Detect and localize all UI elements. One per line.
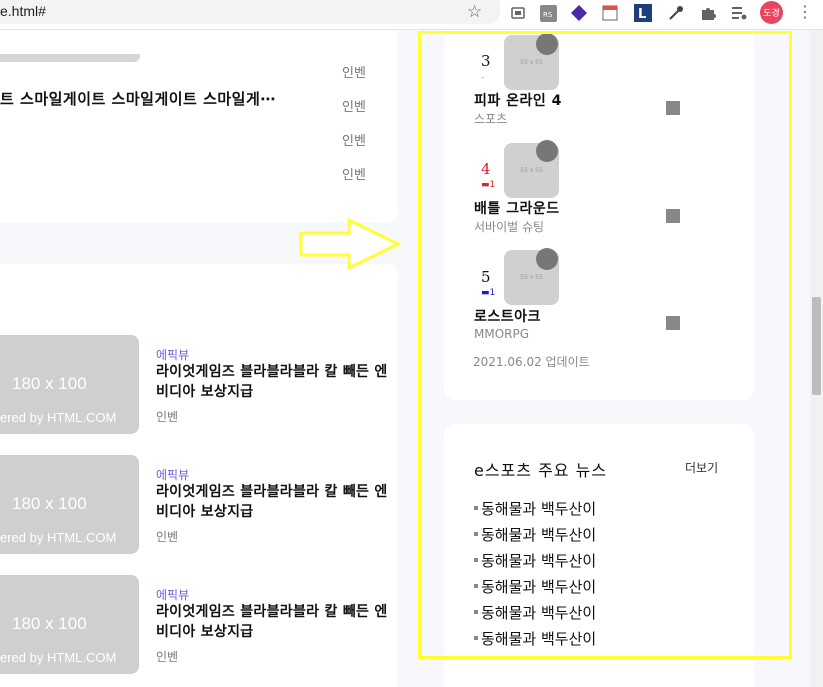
news-source: 인벤 bbox=[156, 650, 179, 664]
svg-text:L: L bbox=[638, 7, 646, 22]
more-icon[interactable]: ⋮ bbox=[797, 3, 813, 21]
rank-change: ▬1 bbox=[481, 288, 496, 298]
news-source: 인벤 bbox=[156, 410, 179, 424]
esports-title: e스포츠 주요 뉴스 bbox=[474, 461, 608, 480]
bullet-icon bbox=[474, 531, 478, 536]
bullet-icon bbox=[474, 609, 478, 614]
news-title[interactable]: 라이엇게임즈 블라블라블라 칼 빼든 엔비디아 보상지급 bbox=[156, 482, 396, 522]
address-bar[interactable]: e.html# bbox=[0, 0, 500, 24]
arrow-annotation-icon bbox=[299, 218, 402, 271]
rank-number: 3 bbox=[481, 52, 491, 70]
news-thumbnail[interactable]: 180 x 100 ered by HTML.COM bbox=[0, 335, 139, 434]
rss-icon[interactable]: RS bbox=[538, 3, 558, 23]
url-text: e.html# bbox=[0, 3, 46, 19]
profile-avatar[interactable]: 도경 bbox=[760, 1, 783, 24]
source-label: 인벤 bbox=[342, 66, 366, 81]
scrollbar-thumb[interactable] bbox=[812, 297, 821, 395]
game-genre: 서바이벌 슈팅 bbox=[474, 220, 545, 234]
puzzle-icon[interactable] bbox=[698, 3, 718, 23]
square-icon bbox=[666, 316, 680, 330]
square-icon bbox=[666, 101, 680, 115]
badge-dot-icon bbox=[536, 248, 558, 270]
news-source: 인벤 bbox=[156, 530, 179, 544]
calendar-icon[interactable] bbox=[600, 3, 620, 23]
game-genre: 스포츠 bbox=[474, 112, 508, 126]
news-thumbnail[interactable]: 180 x 100 ered by HTML.COM bbox=[0, 455, 139, 554]
rank-number: 5 bbox=[481, 268, 491, 286]
media-icon[interactable] bbox=[729, 3, 749, 23]
esports-news-item[interactable]: 동해물과 백두산이 bbox=[474, 524, 596, 545]
news-category[interactable]: 에픽뷰 bbox=[156, 466, 189, 483]
reader-icon[interactable]: L bbox=[633, 3, 653, 23]
cast-icon[interactable] bbox=[508, 3, 528, 23]
news-list-card: 트 스마일게이트 스마일게이트 스마일게⋯ bbox=[0, 30, 398, 222]
esports-news-item[interactable]: 동해물과 백두산이 bbox=[474, 602, 596, 623]
esports-news-item[interactable]: 동해물과 백두산이 bbox=[474, 628, 596, 649]
eyedropper-icon[interactable] bbox=[666, 3, 686, 23]
badge-dot-icon bbox=[536, 140, 558, 162]
headline-link[interactable]: 트 스마일게이트 스마일게이트 스마일게⋯ bbox=[0, 88, 276, 109]
esports-news-item[interactable]: 동해물과 백두산이 bbox=[474, 498, 596, 519]
image-stub bbox=[0, 54, 140, 62]
source-label: 인벤 bbox=[342, 100, 366, 115]
news-category[interactable]: 에픽뷰 bbox=[156, 346, 189, 363]
bullet-icon bbox=[474, 505, 478, 510]
svg-text:RS: RS bbox=[543, 11, 553, 19]
more-link[interactable]: 더보기 bbox=[685, 459, 718, 476]
source-label: 인벤 bbox=[342, 134, 366, 149]
game-name[interactable]: 피파 온라인 4 bbox=[474, 90, 562, 110]
rank-change: ▬1 bbox=[481, 180, 496, 190]
game-name[interactable]: 로스트아크 bbox=[474, 306, 541, 326]
game-genre: MMORPG bbox=[474, 327, 530, 341]
news-title[interactable]: 라이엇게임즈 블라블라블라 칼 빼든 엔비디아 보상지급 bbox=[156, 362, 396, 402]
source-label: 인벤 bbox=[342, 168, 366, 183]
square-icon bbox=[666, 209, 680, 223]
bullet-icon bbox=[474, 635, 478, 640]
star-icon[interactable]: ☆ bbox=[467, 2, 482, 22]
game-name[interactable]: 배틀 그라운드 bbox=[474, 198, 560, 218]
badge-dot-icon bbox=[536, 33, 558, 55]
esports-news-item[interactable]: 동해물과 백두산이 bbox=[474, 550, 596, 571]
rank-change: - bbox=[481, 73, 485, 83]
news-title[interactable]: 라이엇게임즈 블라블라블라 칼 빼든 엔비디아 보상지급 bbox=[156, 602, 396, 642]
diamond-icon[interactable] bbox=[569, 3, 589, 23]
news-category[interactable]: 에픽뷰 bbox=[156, 586, 189, 603]
update-date: 2021.06.02 업데이트 bbox=[473, 355, 590, 369]
news-thumbnail[interactable]: 180 x 100 ered by HTML.COM bbox=[0, 575, 139, 674]
bullet-icon bbox=[474, 583, 478, 588]
rank-number: 4 bbox=[481, 160, 491, 178]
bullet-icon bbox=[474, 557, 478, 562]
browser-toolbar: e.html# ☆ RS L 도경 ⋮ bbox=[0, 0, 823, 30]
esports-news-item[interactable]: 동해물과 백두산이 bbox=[474, 576, 596, 597]
